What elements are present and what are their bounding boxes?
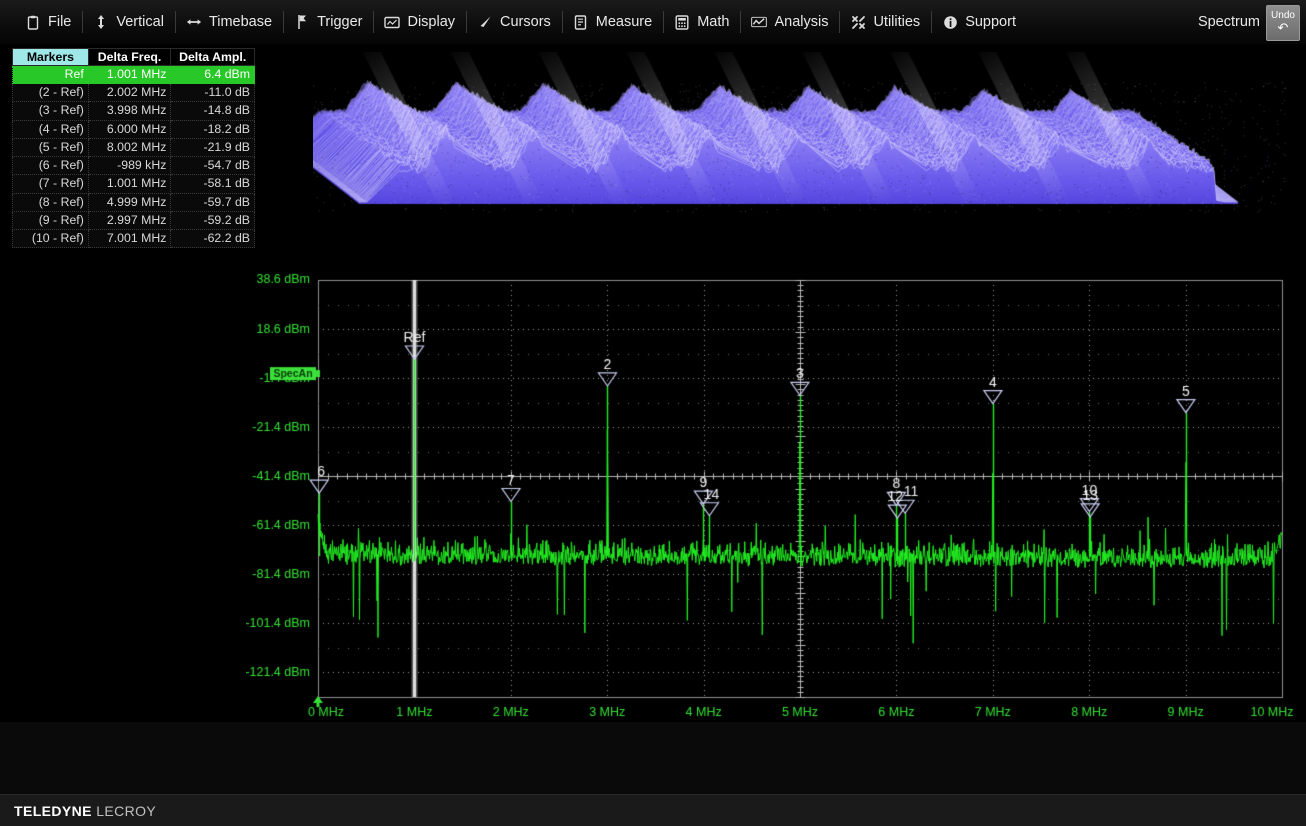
- menu-label: Measure: [596, 14, 652, 30]
- markers-row[interactable]: (4 - Ref)6.000 MHz-18.2 dB: [13, 120, 255, 138]
- brand-light: LECROY: [96, 803, 156, 819]
- cursor-arrow-icon: [477, 14, 493, 30]
- marker-delta-ampl: -21.9 dB: [171, 138, 255, 156]
- markers-row[interactable]: (9 - Ref)2.997 MHz-59.2 dB: [13, 211, 255, 229]
- display-screen-icon: [384, 14, 400, 30]
- marker-delta-freq: 1.001 MHz: [88, 66, 171, 84]
- marker-delta-freq: 2.997 MHz: [88, 211, 171, 229]
- marker-delta-freq: 8.002 MHz: [88, 138, 171, 156]
- spectrogram-canvas[interactable]: [313, 52, 1288, 237]
- menu-item-file[interactable]: File: [14, 7, 82, 37]
- marker-delta-ampl: -58.1 dB: [171, 175, 255, 193]
- marker-name: (7 - Ref): [13, 175, 89, 193]
- menu-label: File: [48, 14, 71, 30]
- wrench-icon: [850, 14, 866, 30]
- marker-delta-freq: 3.998 MHz: [88, 102, 171, 120]
- marker-name: (3 - Ref): [13, 102, 89, 120]
- marker-delta-ampl: -18.2 dB: [171, 120, 255, 138]
- markers-row[interactable]: (10 - Ref)7.001 MHz-62.2 dB: [13, 229, 255, 247]
- menu-item-support[interactable]: Support: [931, 7, 1027, 37]
- menu-label: Cursors: [500, 14, 551, 30]
- marker-name: (2 - Ref): [13, 84, 89, 102]
- clipboard-icon: [25, 14, 41, 30]
- menu-bar: File Vertical Timebase Trigger Display: [0, 0, 1306, 45]
- markers-header-row: Markers Delta Freq. Delta Ampl.: [13, 49, 255, 66]
- undo-button[interactable]: Undo ↶: [1266, 5, 1300, 41]
- marker-delta-freq: 4.999 MHz: [88, 193, 171, 211]
- marker-delta-ampl: -59.7 dB: [171, 193, 255, 211]
- marker-delta-freq: -989 kHz: [88, 157, 171, 175]
- menu-item-utilities[interactable]: Utilities: [839, 7, 931, 37]
- marker-name: Ref: [13, 66, 89, 84]
- delta-ampl-col-header: Delta Ampl.: [171, 49, 255, 66]
- spectrum-analyzer-display[interactable]: [246, 268, 1294, 718]
- menu-label: Support: [965, 14, 1016, 30]
- menu-item-measure[interactable]: Measure: [562, 7, 663, 37]
- markers-row[interactable]: (3 - Ref)3.998 MHz-14.8 dB: [13, 102, 255, 120]
- marker-delta-ampl: -62.2 dB: [171, 229, 255, 247]
- menu-bar-right: Spectrum Undo ↶: [1198, 0, 1306, 44]
- menu-label: Trigger: [317, 14, 362, 30]
- mode-label: Spectrum: [1198, 14, 1260, 30]
- menu-item-trigger[interactable]: Trigger: [283, 7, 373, 37]
- marker-delta-freq: 2.002 MHz: [88, 84, 171, 102]
- markers-row[interactable]: Ref1.001 MHz6.4 dBm: [13, 66, 255, 84]
- markers-row[interactable]: (2 - Ref)2.002 MHz-11.0 dB: [13, 84, 255, 102]
- menu-label: Timebase: [209, 14, 272, 30]
- marker-delta-ampl: -14.8 dB: [171, 102, 255, 120]
- markers-row[interactable]: (5 - Ref)8.002 MHz-21.9 dB: [13, 138, 255, 156]
- menu-label: Math: [697, 14, 729, 30]
- menu-label: Vertical: [116, 14, 164, 30]
- undo-arrow-icon: ↶: [1278, 21, 1289, 34]
- measure-list-icon: [573, 14, 589, 30]
- menu-label: Utilities: [873, 14, 920, 30]
- calculator-icon: [674, 14, 690, 30]
- marker-delta-ampl: -11.0 dB: [171, 84, 255, 102]
- teledyne-lecroy-logo: TELEDYNE LECROY: [14, 803, 156, 819]
- marker-name: (9 - Ref): [13, 211, 89, 229]
- markers-row[interactable]: (7 - Ref)1.001 MHz-58.1 dB: [13, 175, 255, 193]
- menu-item-vertical[interactable]: Vertical: [82, 7, 175, 37]
- footer-bar: TELEDYNE LECROY: [0, 794, 1306, 826]
- spectrogram-waterfall-display[interactable]: [313, 52, 1288, 237]
- menu-item-timebase[interactable]: Timebase: [175, 7, 283, 37]
- marker-name: (6 - Ref): [13, 157, 89, 175]
- marker-delta-ampl: 6.4 dBm: [171, 66, 255, 84]
- oscilloscope-app: File Vertical Timebase Trigger Display: [0, 0, 1306, 826]
- markers-col-header: Markers: [13, 49, 89, 66]
- menu-item-analysis[interactable]: Analysis: [740, 7, 839, 37]
- marker-delta-freq: 7.001 MHz: [88, 229, 171, 247]
- bottom-status-bar: SpecAn C1 20.0 dB/div 1.00 MHz Spectro 3…: [0, 722, 1306, 794]
- marker-delta-ampl: -59.2 dB: [171, 211, 255, 229]
- markers-table[interactable]: Markers Delta Freq. Delta Ampl. Ref1.001…: [12, 48, 255, 248]
- marker-name: (10 - Ref): [13, 229, 89, 247]
- brand-bold: TELEDYNE: [14, 803, 92, 819]
- vertical-arrows-icon: [93, 14, 109, 30]
- marker-delta-freq: 6.000 MHz: [88, 120, 171, 138]
- menu-label: Analysis: [774, 14, 828, 30]
- marker-delta-freq: 1.001 MHz: [88, 175, 171, 193]
- markers-body: Ref1.001 MHz6.4 dBm(2 - Ref)2.002 MHz-11…: [13, 66, 255, 248]
- markers-row[interactable]: (6 - Ref)-989 kHz-54.7 dB: [13, 157, 255, 175]
- horizontal-arrows-icon: [186, 14, 202, 30]
- menu-item-display[interactable]: Display: [373, 7, 466, 37]
- menu-item-cursors[interactable]: Cursors: [466, 7, 562, 37]
- marker-name: (5 - Ref): [13, 138, 89, 156]
- info-circle-icon: [942, 14, 958, 30]
- spectrum-canvas[interactable]: [246, 268, 1294, 718]
- markers-row[interactable]: (8 - Ref)4.999 MHz-59.7 dB: [13, 193, 255, 211]
- menu-label: Display: [407, 14, 455, 30]
- marker-name: (4 - Ref): [13, 120, 89, 138]
- menu-item-math[interactable]: Math: [663, 7, 740, 37]
- trigger-flag-icon: [294, 14, 310, 30]
- waveform-analysis-icon: [751, 14, 767, 30]
- delta-freq-col-header: Delta Freq.: [88, 49, 171, 66]
- marker-name: (8 - Ref): [13, 193, 89, 211]
- marker-delta-ampl: -54.7 dB: [171, 157, 255, 175]
